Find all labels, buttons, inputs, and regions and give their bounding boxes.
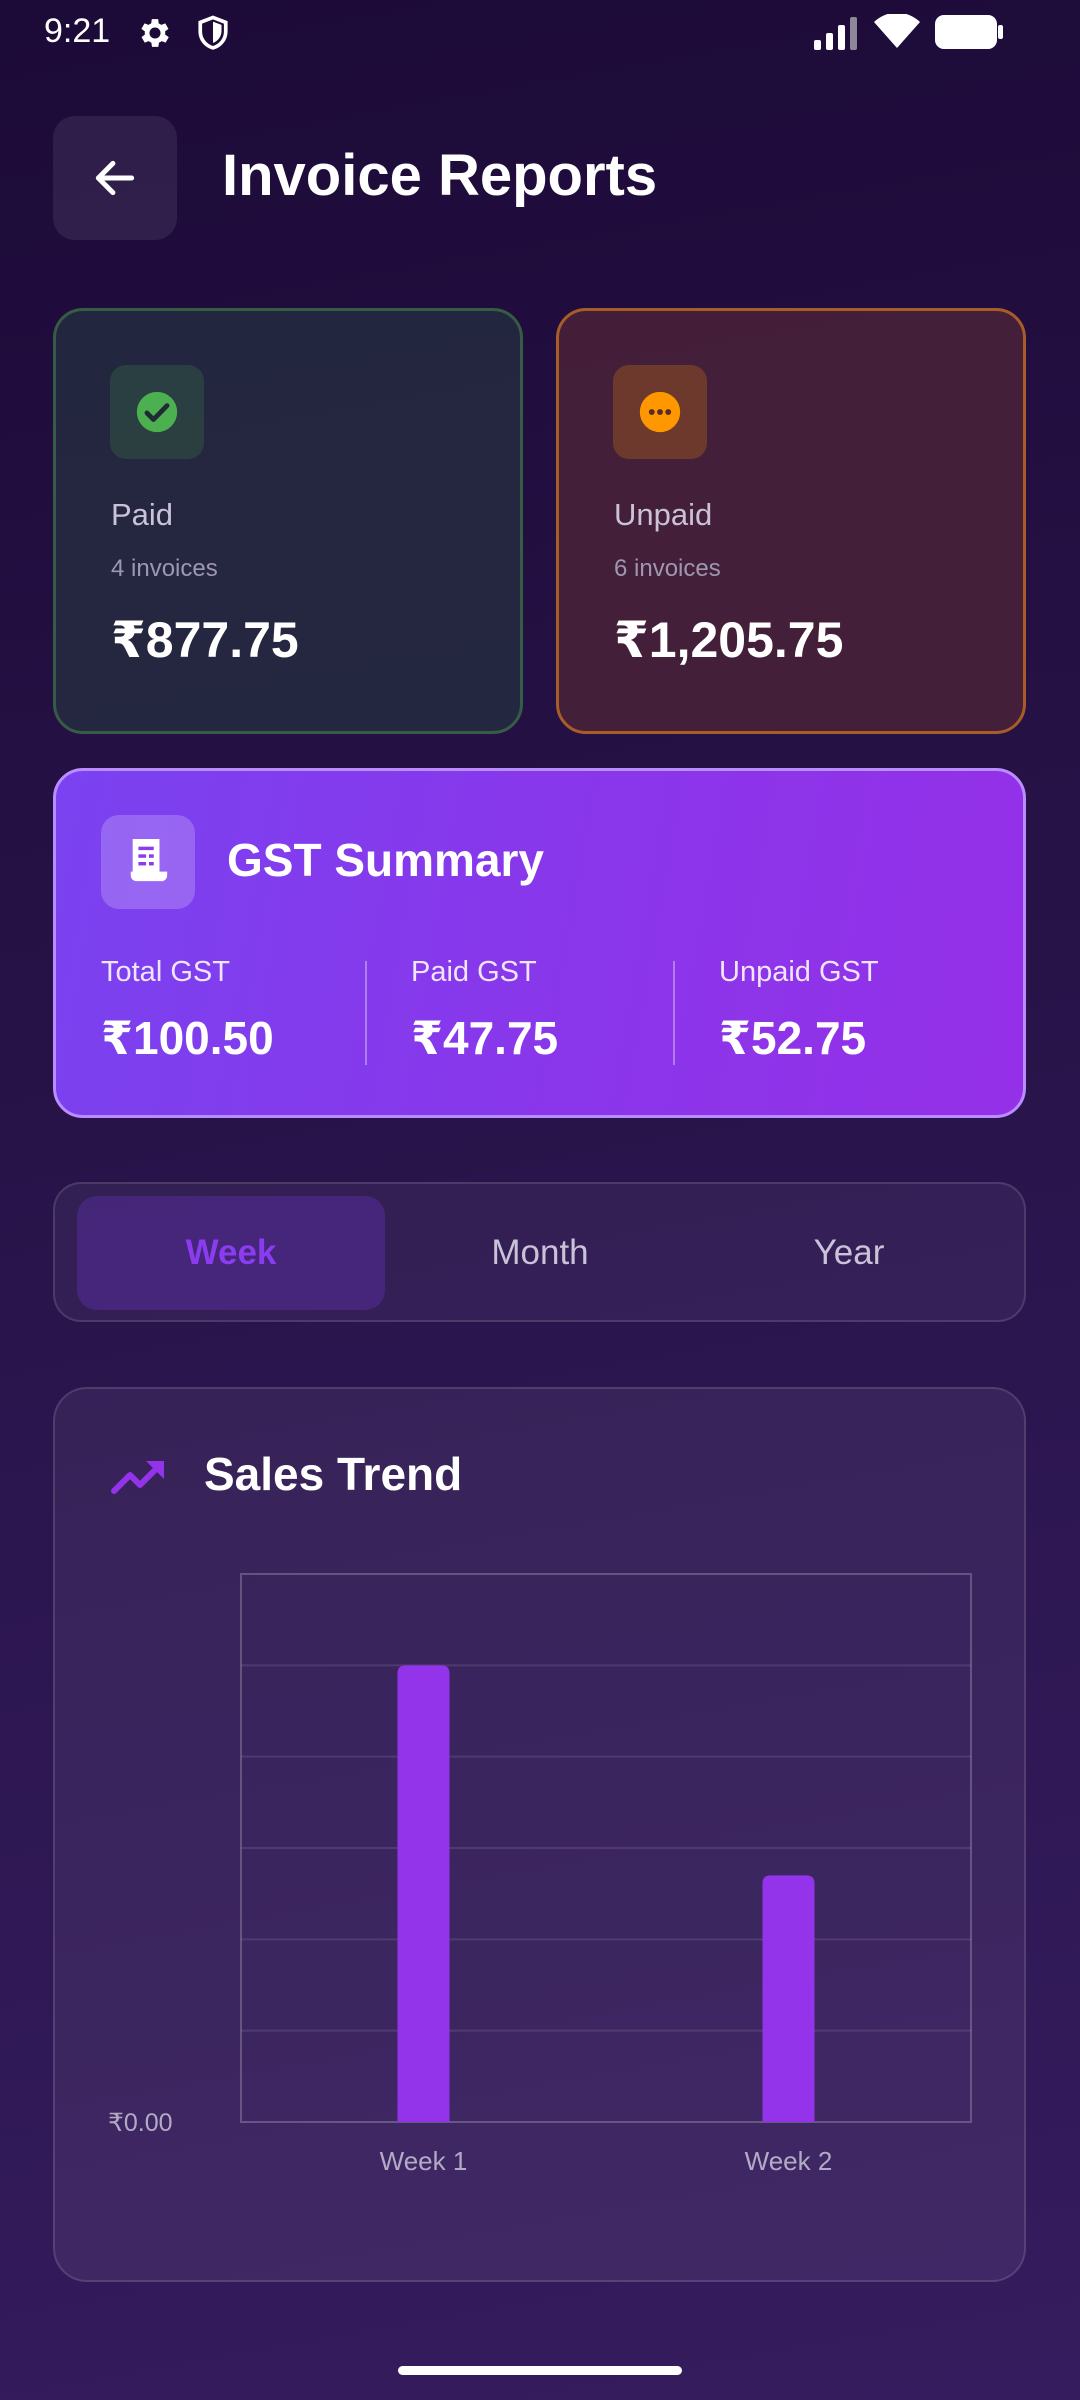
divider (365, 961, 367, 1065)
battery-icon (934, 14, 1004, 55)
home-indicator[interactable] (398, 2366, 682, 2375)
unpaid-amount: ₹1,205.75 (614, 612, 844, 668)
paid-label: Paid (111, 497, 174, 532)
total-gst-value: ₹100.50 (101, 1012, 274, 1064)
receipt-icon (101, 815, 195, 909)
unpaid-summary-card[interactable]: Unpaid 6 invoices ₹1,205.75 (556, 308, 1026, 734)
gst-summary-title: GST Summary (227, 834, 544, 886)
unpaid-label: Unpaid (614, 497, 713, 532)
x-tick-label: Week 1 (380, 2146, 468, 2176)
shield-icon (196, 14, 230, 57)
paid-gst-label: Paid GST (411, 956, 537, 988)
period-selector: Week Month Year (53, 1182, 1026, 1322)
unpaid-gst-value: ₹52.75 (719, 1012, 867, 1064)
more-horizontal-icon (613, 365, 707, 459)
chart-bar (762, 1875, 815, 2122)
paid-gst-value: ₹47.75 (411, 1012, 559, 1064)
paid-summary-card[interactable]: Paid 4 invoices ₹877.75 (53, 308, 523, 734)
unpaid-gst: Unpaid GST ₹52.75 (719, 956, 879, 1065)
gst-summary-card: GST Summary Total GST ₹100.50 Paid GST ₹… (53, 768, 1026, 1118)
sales-trend-chart: Week 1 Week 2 ₹0.00 (108, 1573, 972, 2176)
tab-year[interactable]: Year (695, 1196, 1003, 1310)
tab-week[interactable]: Week (77, 1196, 385, 1310)
settings-icon (136, 14, 174, 57)
check-circle-icon (110, 365, 204, 459)
sales-trend-card: Sales Trend Week 1 Week 2 ₹0.00 (53, 1387, 1026, 2282)
divider (673, 961, 675, 1065)
x-tick-label: Week 2 (745, 2146, 833, 2176)
wifi-icon (874, 12, 920, 55)
total-gst-label: Total GST (101, 956, 230, 988)
unpaid-gst-label: Unpaid GST (719, 956, 879, 988)
page-title: Invoice Reports (222, 143, 658, 208)
unpaid-invoice-count: 6 invoices (614, 555, 721, 582)
tab-month[interactable]: Month (386, 1196, 694, 1310)
y-tick-label: ₹0.00 (108, 2109, 173, 2137)
paid-gst: Paid GST ₹47.75 (411, 956, 558, 1065)
back-button[interactable] (53, 116, 177, 240)
paid-amount: ₹877.75 (111, 612, 299, 668)
signal-icon (812, 16, 860, 55)
paid-invoice-count: 4 invoices (111, 555, 218, 582)
status-bar: 9:21 (0, 0, 1080, 64)
status-time: 9:21 (44, 12, 111, 50)
chart-bar (397, 1665, 450, 2122)
total-gst: Total GST ₹100.50 (101, 956, 274, 1065)
arrow-left-icon (95, 160, 135, 196)
